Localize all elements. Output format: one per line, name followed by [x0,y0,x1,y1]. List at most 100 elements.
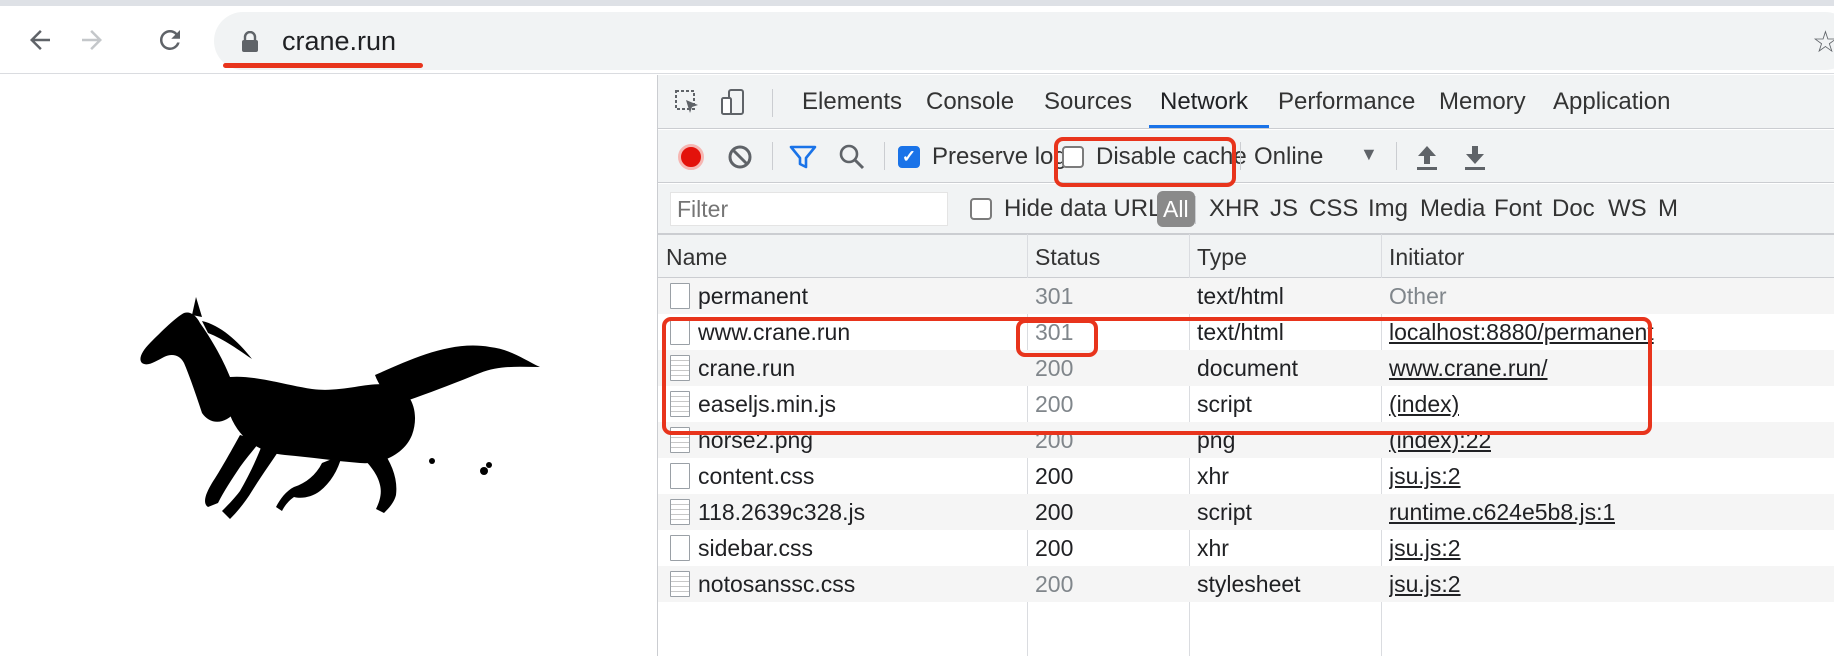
active-tab-indicator [1149,125,1269,128]
column-header-initiator[interactable]: Initiator [1381,235,1464,279]
filter-input[interactable] [670,192,948,226]
controls-separator [772,142,773,170]
type-filter-doc[interactable]: Doc [1552,192,1595,226]
redirect-rows-highlight-box [662,317,1652,435]
device-toolbar-button[interactable] [716,85,750,119]
type-filter-img[interactable]: Img [1368,192,1408,226]
request-status: 200 [1035,499,1074,525]
column-header-type[interactable]: Type [1189,235,1247,279]
request-status: 301 [1035,283,1074,309]
cursor-select-icon [675,90,698,113]
url-text: crane.run [282,26,397,56]
network-request-table: Name Status Type Initiator permanent 301 t… [658,234,1834,656]
tab-performance[interactable]: Performance [1278,75,1415,129]
controls-separator [1240,142,1241,170]
request-status: 200 [1035,535,1074,561]
type-filter-font[interactable]: Font [1494,192,1542,226]
running-horse-image [140,297,540,519]
record-icon [678,144,704,170]
disable-cache-highlight-box [1054,137,1236,187]
address-bar[interactable]: crane.run [214,12,1834,70]
download-icon [1465,146,1485,170]
request-initiator[interactable]: jsu.js:2 [1389,458,1461,494]
request-initiator[interactable]: jsu.js:2 [1389,530,1461,566]
inspect-element-button[interactable] [670,85,704,119]
funnel-icon [789,145,817,169]
file-icon [670,571,690,597]
import-har-button[interactable] [1414,140,1440,174]
request-initiator: Other [1389,283,1447,309]
lock-icon [242,31,258,52]
tab-elements[interactable]: Elements [802,75,902,129]
throttling-value: Online [1254,143,1324,170]
type-filter-css[interactable]: CSS [1309,192,1358,226]
controls-separator [1396,142,1397,170]
type-filter-ws[interactable]: WS [1608,192,1647,226]
tab-console[interactable]: Console [926,75,1014,129]
preserve-log-checkbox[interactable]: ✓ Preserve log [898,140,1067,174]
type-filter-manifest[interactable]: M [1658,192,1678,226]
column-header-name[interactable]: Name [658,235,727,279]
type-filter-xhr[interactable]: XHR [1209,192,1260,226]
network-filter-bar: Hide data URLs All XHR JS CSS Img Media … [658,184,1834,234]
table-row[interactable]: sidebar.css 200 xhr jsu.js:2 [658,530,1834,566]
table-row[interactable]: 118.2639c328.js 200 script runtime.c624e5b8… [658,494,1834,530]
back-button[interactable] [18,18,62,62]
request-type: script [1197,499,1252,525]
request-name: content.css [698,463,815,489]
devtools-tab-bar: Elements Console Sources Network Perform… [658,75,1834,129]
type-filter-all[interactable]: All [1157,191,1195,227]
tab-separator [772,89,773,117]
reload-button[interactable] [148,18,192,62]
request-name: notosanssc.css [698,571,856,597]
tab-sources[interactable]: Sources [1044,75,1132,129]
request-type: xhr [1197,535,1229,561]
request-initiator[interactable]: runtime.c624e5b8.js:1 [1389,494,1615,530]
table-row[interactable]: permanent 301 text/html Other [658,278,1834,314]
table-row[interactable]: notosanssc.css 200 stylesheet jsu.js:2 [658,566,1834,602]
tab-application[interactable]: Application [1553,75,1670,129]
request-name: sidebar.css [698,535,814,561]
search-button[interactable] [838,140,866,174]
throttling-select[interactable]: Online [1254,140,1323,174]
forward-button[interactable] [70,18,114,62]
arrow-left-icon [30,30,50,50]
hide-data-urls-label: Hide data URLs [1004,195,1174,222]
clear-icon [728,145,752,169]
request-initiator[interactable]: jsu.js:2 [1389,566,1461,602]
network-controls-bar: ✓ Preserve log Disable cache Online ▼ [658,130,1834,183]
filter-separator [1195,196,1196,224]
table-row[interactable]: content.css 200 xhr jsu.js:2 [658,458,1834,494]
file-icon [670,283,690,309]
search-icon [839,144,865,170]
url-highlight-underline [223,63,423,68]
column-header-status[interactable]: Status [1027,235,1100,279]
page-viewport [0,75,657,656]
type-filter-js[interactable]: JS [1270,192,1298,226]
request-name: 118.2639c328.js [698,499,866,525]
request-type: xhr [1197,463,1229,489]
export-har-button[interactable] [1462,140,1488,174]
tab-memory[interactable]: Memory [1439,75,1526,129]
controls-separator [884,142,885,170]
tab-network[interactable]: Network [1160,75,1248,129]
upload-icon [1417,146,1437,170]
dropdown-caret-icon: ▼ [1360,144,1378,164]
record-button[interactable] [678,140,704,174]
filter-toggle-button[interactable] [788,140,818,174]
device-icon [721,89,744,115]
request-type: text/html [1197,283,1284,309]
request-type: stylesheet [1197,571,1301,597]
request-name: permanent [698,283,808,309]
table-header: Name Status Type Initiator [658,234,1834,278]
checkbox-checked-icon: ✓ [898,146,920,168]
clear-button[interactable] [726,140,754,174]
file-icon [670,463,690,489]
request-status: 200 [1035,571,1074,597]
bookmark-star-icon[interactable]: ☆ [1812,28,1834,58]
type-filter-media[interactable]: Media [1420,192,1485,226]
file-icon [670,535,690,561]
devtools-panel: Elements Console Sources Network Perform… [657,75,1834,656]
hide-data-urls-checkbox[interactable]: Hide data URLs [970,192,1173,226]
request-status: 200 [1035,463,1074,489]
